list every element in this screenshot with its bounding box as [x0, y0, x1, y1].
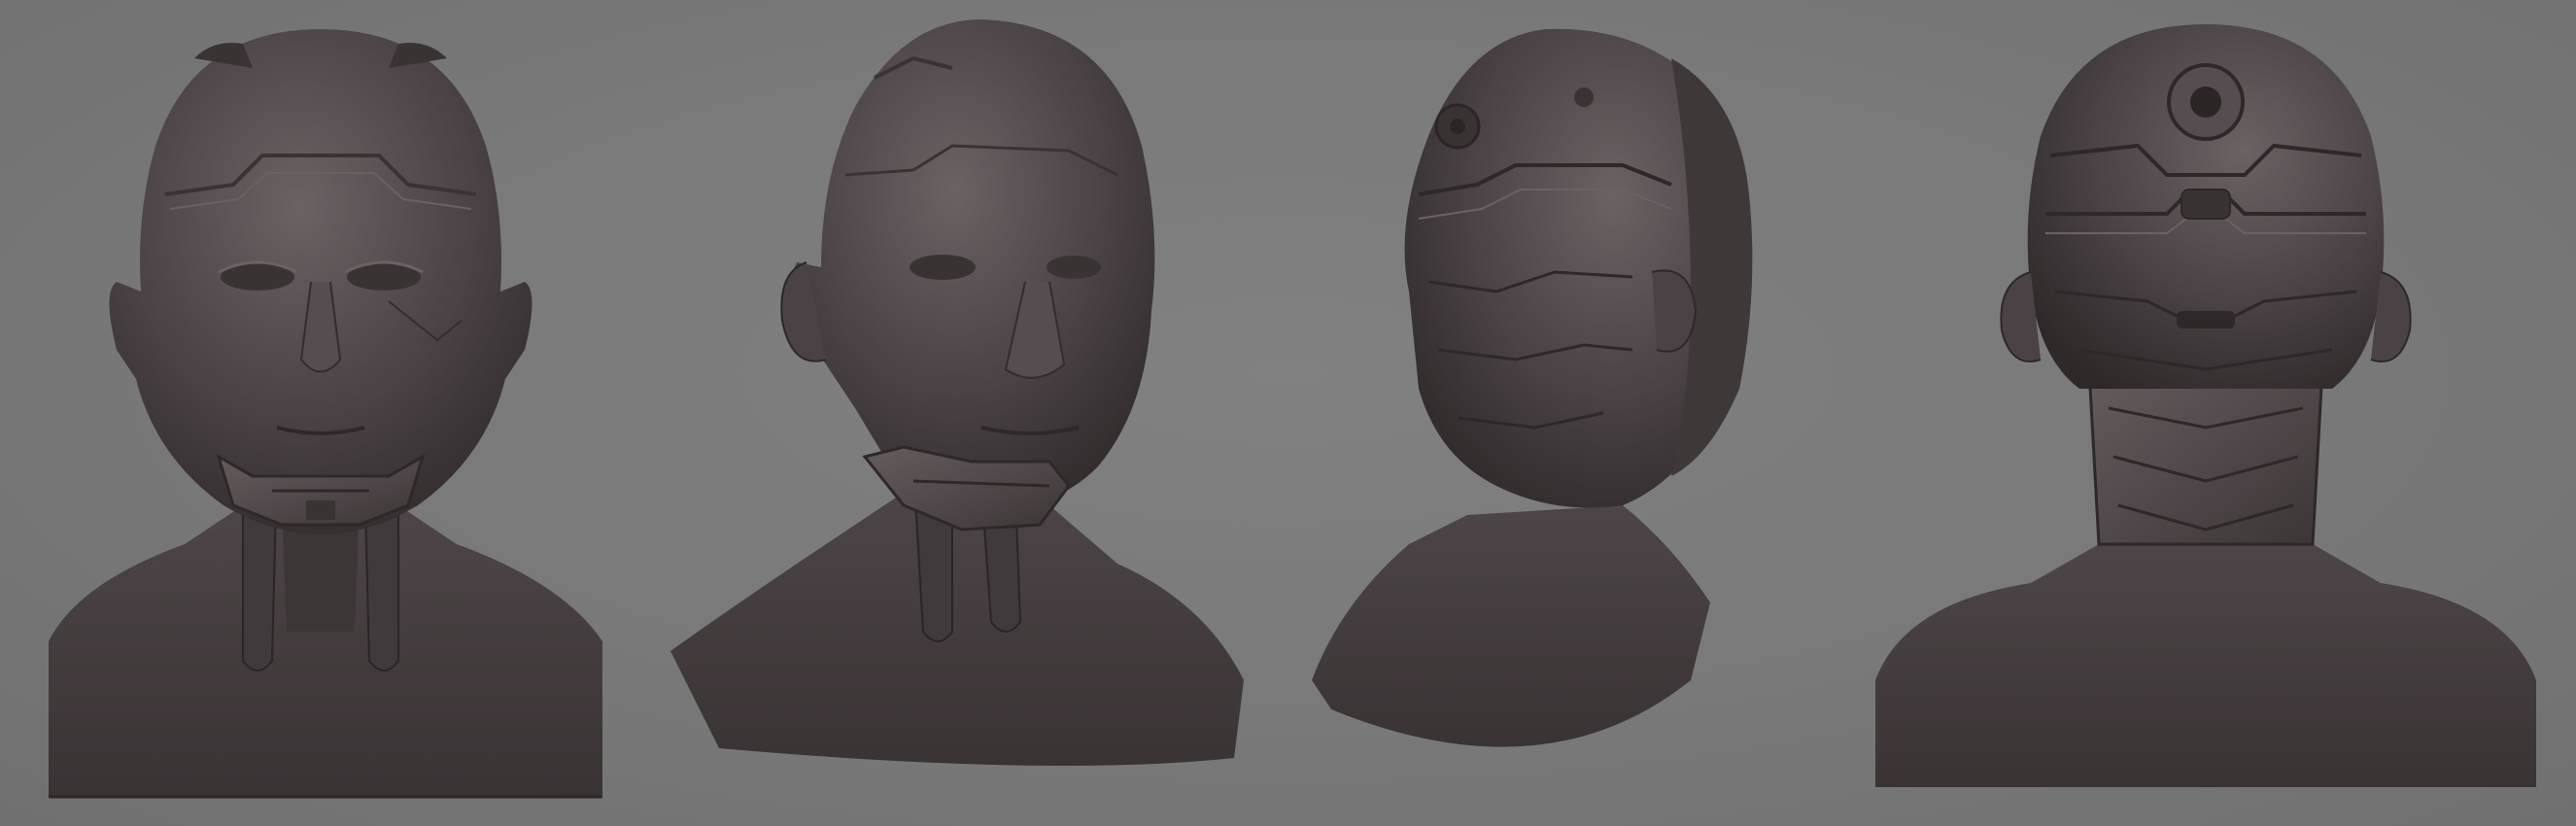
cyborg-head-three-quarter-icon — [670, 19, 1244, 766]
cyborg-head-back-icon — [1875, 24, 2536, 787]
head-sculpt-three-quarter-view — [661, 0, 1263, 826]
head-sculpt-back-view — [1856, 0, 2556, 826]
head-sculpt-front-view — [19, 0, 622, 826]
head-sculpt-back-three-quarter-view — [1302, 0, 1905, 826]
cyborg-head-back-three-quarter-icon — [1312, 28, 1753, 747]
cyborg-head-front-icon — [49, 29, 602, 799]
viewport-canvas — [0, 0, 2576, 826]
